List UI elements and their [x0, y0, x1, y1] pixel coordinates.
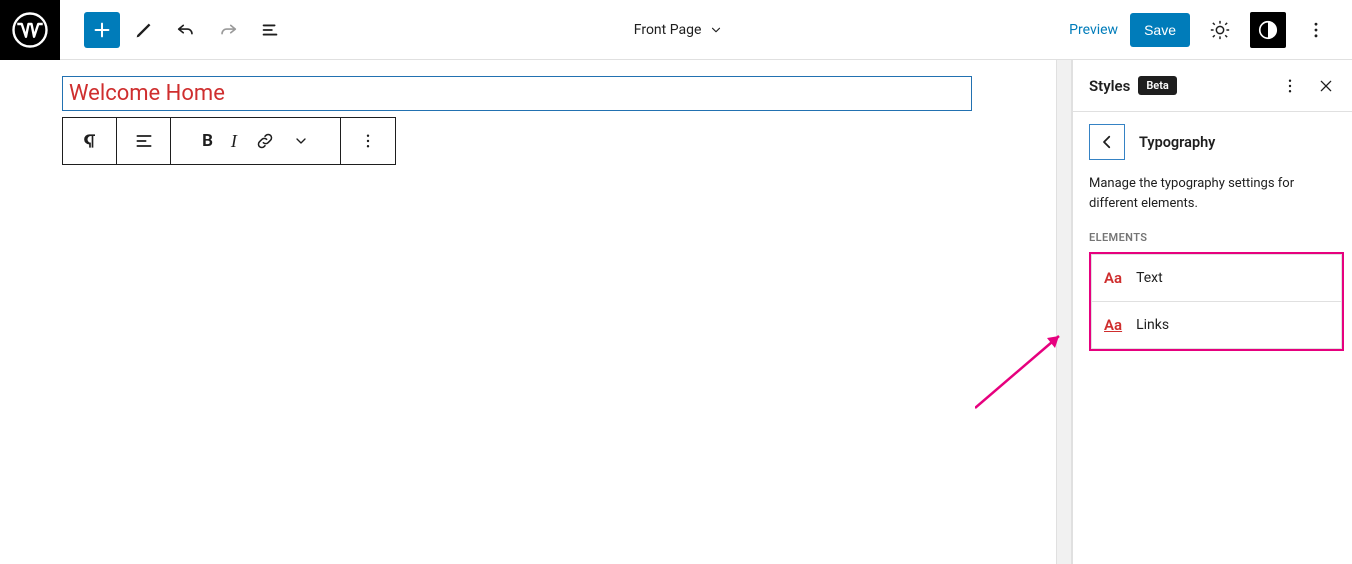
gear-icon [1209, 19, 1231, 41]
sidebar-description: Manage the typography settings for diffe… [1073, 170, 1352, 231]
redo-icon [217, 19, 239, 41]
inline-format-group: B I [171, 118, 341, 164]
sidebar-back-button[interactable] [1089, 124, 1125, 160]
kebab-icon [359, 132, 377, 150]
more-inline-button[interactable] [293, 133, 309, 149]
contrast-icon [1257, 19, 1279, 41]
plus-icon [91, 19, 113, 41]
bold-button[interactable]: B [202, 131, 213, 151]
save-button[interactable]: Save [1130, 13, 1190, 47]
sidebar-more-button[interactable] [1276, 72, 1304, 100]
undo-button[interactable] [168, 12, 204, 48]
topbar-left-tools [60, 12, 288, 48]
redo-button[interactable] [210, 12, 246, 48]
topbar-right-tools: Preview Save [1069, 12, 1352, 48]
element-row-label: Links [1136, 317, 1169, 333]
styles-sidebar: Styles Beta Typography Manage the typogr… [1072, 60, 1352, 564]
editor-main: Welcome Home B I [0, 60, 1352, 564]
template-label: Front Page [634, 22, 702, 38]
kebab-icon [1281, 77, 1299, 95]
close-icon [1318, 78, 1334, 94]
chevron-left-icon [1098, 133, 1116, 151]
sidebar-title: Styles [1089, 77, 1130, 95]
edit-tool-button[interactable] [126, 12, 162, 48]
typography-sample-icon: Aa [1104, 269, 1122, 287]
chevron-down-icon [293, 133, 309, 149]
editor-canvas[interactable]: Welcome Home B I [0, 60, 1056, 564]
block-more-button[interactable] [341, 118, 395, 164]
add-block-button[interactable] [84, 12, 120, 48]
wordpress-icon [12, 12, 48, 48]
editor-scrollbar[interactable] [1056, 60, 1072, 564]
element-row-text[interactable]: Aa Text [1091, 254, 1342, 302]
undo-icon [175, 19, 197, 41]
paragraph-icon [80, 131, 100, 151]
elements-heading: ELEMENTS [1073, 231, 1352, 252]
sidebar-header: Styles Beta [1073, 60, 1352, 112]
styles-button[interactable] [1250, 12, 1286, 48]
preview-link[interactable]: Preview [1069, 22, 1118, 38]
editor-topbar: Front Page Preview Save [0, 0, 1352, 60]
align-icon [134, 131, 154, 151]
link-button[interactable] [255, 131, 275, 151]
block-toolbar: B I [62, 117, 396, 165]
typography-sample-icon: Aa [1104, 316, 1122, 334]
elements-panel: Aa Text Aa Links [1089, 252, 1344, 351]
align-button[interactable] [117, 118, 171, 164]
list-view-icon [259, 19, 281, 41]
sidebar-close-button[interactable] [1312, 72, 1340, 100]
chevron-down-icon [709, 23, 723, 37]
more-options-button[interactable] [1298, 12, 1334, 48]
kebab-icon [1306, 20, 1326, 40]
element-row-label: Text [1136, 270, 1163, 286]
block-type-button[interactable] [63, 118, 117, 164]
list-view-button[interactable] [252, 12, 288, 48]
sidebar-subheader: Typography [1073, 112, 1352, 170]
link-icon [255, 131, 275, 151]
wordpress-logo[interactable] [0, 0, 60, 60]
template-selector[interactable]: Front Page [288, 22, 1069, 38]
heading-block[interactable]: Welcome Home [62, 76, 972, 111]
settings-button[interactable] [1202, 12, 1238, 48]
italic-button[interactable]: I [231, 131, 237, 152]
element-row-links[interactable]: Aa Links [1091, 301, 1342, 349]
sidebar-section-title: Typography [1139, 134, 1215, 151]
beta-badge: Beta [1138, 76, 1177, 95]
pencil-icon [133, 19, 155, 41]
